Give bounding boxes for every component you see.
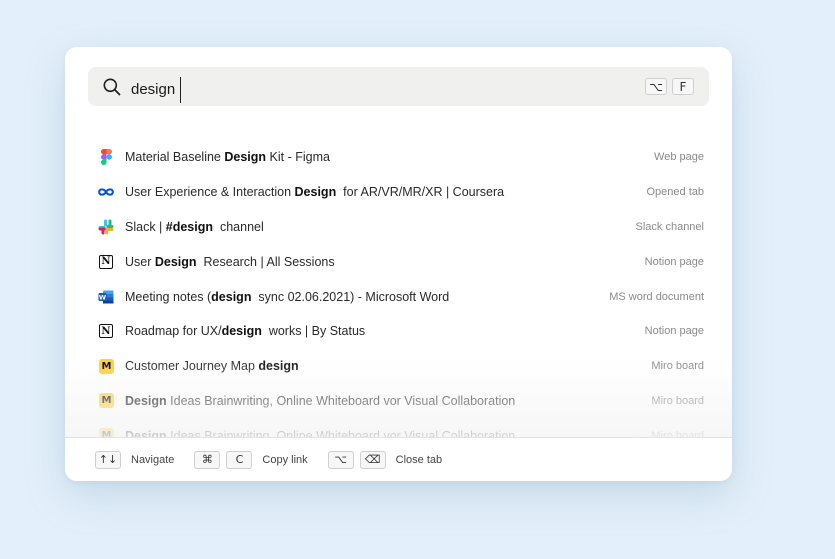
result-item[interactable]: M Customer Journey Map design Miro board <box>65 349 732 384</box>
text-caret <box>180 77 182 103</box>
word-icon: W <box>98 289 114 305</box>
match-highlight: Design <box>125 393 167 408</box>
option-key: ⌥ <box>327 450 354 469</box>
shortcut-footer: ↑↓ Navigate ⌘ C Copy link ⌥ ⌫ Close tab <box>65 437 732 481</box>
title-text: Meeting notes ( <box>125 289 212 304</box>
match-highlight: design <box>221 324 262 339</box>
notion-icon: N <box>98 254 114 270</box>
copy-link-hint: ⌘ C Copy link <box>194 450 308 469</box>
svg-text:W: W <box>99 293 106 301</box>
result-type: Miro board <box>651 394 704 407</box>
miro-icon: M <box>98 428 114 437</box>
arrow-keys: ↑↓ <box>95 450 121 469</box>
match-highlight: Design <box>154 254 197 269</box>
c-key: C <box>226 450 253 469</box>
match-highlight: #design <box>165 219 214 234</box>
match-highlight: Design <box>294 185 337 200</box>
result-item[interactable]: Slack | #design channel Slack channel <box>65 210 732 245</box>
search-query: design <box>131 81 176 98</box>
title-text: for AR/VR/MR/XR | Coursera <box>336 185 505 200</box>
result-item[interactable]: W Meeting notes (design sync 02.06.2021)… <box>65 279 732 314</box>
result-type: Miro board <box>651 429 704 437</box>
option-key: ⌥ <box>645 78 667 95</box>
result-type: MS word document <box>609 290 704 303</box>
title-text: sync 02.06.2021) - Microsoft Word <box>251 289 450 304</box>
navigate-label: Navigate <box>131 453 175 466</box>
title-text: Kit - Figma <box>266 150 330 165</box>
copy-link-label: Copy link <box>262 453 308 466</box>
result-title: Customer Journey Map design <box>125 359 651 373</box>
result-title: User Design Research | All Sessions <box>125 255 645 269</box>
search-bar[interactable]: design ⌥ F <box>88 67 709 106</box>
slack-icon <box>98 219 114 235</box>
title-text: works | By Status <box>261 324 366 339</box>
close-tab-hint: ⌥ ⌫ Close tab <box>327 450 443 469</box>
delete-key: ⌫ <box>359 450 386 469</box>
result-item[interactable]: User Experience & Interaction Design for… <box>65 175 732 210</box>
coursera-icon <box>98 184 114 200</box>
result-type: Slack channel <box>635 220 705 233</box>
result-title: Design Ideas Brainwriting, Online Whiteb… <box>125 429 651 437</box>
results-list: Material Baseline Design Kit - Figma Web … <box>65 140 732 437</box>
miro-icon: M <box>98 358 114 374</box>
figma-icon <box>98 149 114 166</box>
result-title: Meeting notes (design sync 02.06.2021) -… <box>125 290 609 304</box>
result-type: Notion page <box>644 325 704 338</box>
title-text: Research | All Sessions <box>196 254 335 269</box>
result-item[interactable]: M Design Ideas Brainwriting, Online White… <box>65 384 732 419</box>
notion-icon: N <box>98 323 114 339</box>
title-text: channel <box>213 219 264 234</box>
command-key: ⌘ <box>194 450 221 469</box>
f-key: F <box>672 78 694 95</box>
search-shortcut: ⌥ F <box>645 78 694 95</box>
result-title: Material Baseline Design Kit - Figma <box>125 150 654 164</box>
match-highlight: design <box>211 289 252 304</box>
result-title: Slack | #design channel <box>125 220 636 234</box>
match-highlight: Design <box>224 150 267 165</box>
command-palette: design ⌥ F Material Baseline Design Kit … <box>65 47 732 481</box>
miro-icon: M <box>98 393 114 409</box>
match-highlight: Design <box>125 428 167 437</box>
title-text: Roadmap for UX/ <box>125 324 222 339</box>
title-text: Ideas Brainwriting, Online Whiteboard vo… <box>166 393 516 408</box>
title-text: Material Baseline <box>125 150 225 165</box>
navigate-hint: ↑↓ Navigate <box>95 450 175 469</box>
result-title: User Experience & Interaction Design for… <box>125 185 647 199</box>
close-tab-label: Close tab <box>395 453 443 466</box>
result-item[interactable]: N User Design Research | All Sessions Noti… <box>65 244 732 279</box>
result-item[interactable]: N Roadmap for UX/design works | By Status… <box>65 314 732 349</box>
search-icon <box>103 78 121 96</box>
title-text: User <box>125 254 155 269</box>
result-type: Notion page <box>644 255 704 268</box>
search-input[interactable]: design <box>131 77 182 103</box>
title-text: Customer Journey Map <box>125 359 259 374</box>
result-type: Miro board <box>651 360 704 373</box>
result-item[interactable]: M Design Ideas Brainwriting, Online White… <box>65 418 732 437</box>
result-title: Roadmap for UX/design works | By Status <box>125 324 645 338</box>
title-text: Slack | <box>125 219 166 234</box>
result-title: Design Ideas Brainwriting, Online Whiteb… <box>125 394 651 408</box>
title-text: Ideas Brainwriting, Online Whiteboard vo… <box>166 428 516 437</box>
result-item[interactable]: Material Baseline Design Kit - Figma Web … <box>65 140 732 175</box>
result-type: Web page <box>654 151 704 164</box>
match-highlight: design <box>258 359 299 374</box>
title-text: User Experience & Interaction <box>125 185 295 200</box>
result-type: Opened tab <box>646 186 705 199</box>
